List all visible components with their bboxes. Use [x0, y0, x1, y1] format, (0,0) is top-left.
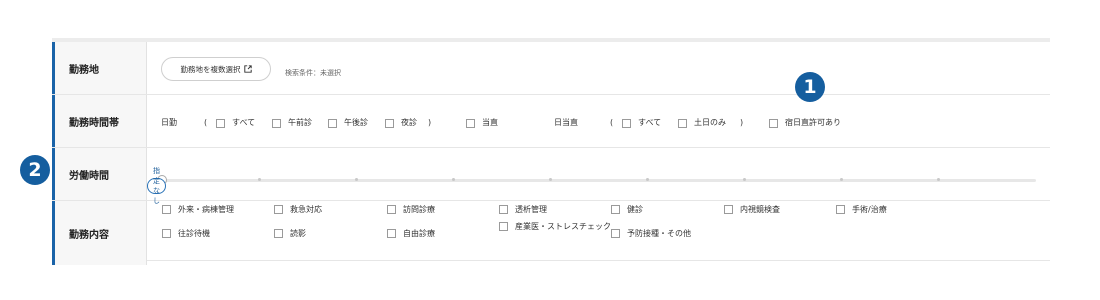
open-paren: (	[610, 118, 614, 127]
location-row: 勤務地 勤務地を複数選択 検索条件：未選択	[52, 42, 1050, 95]
checkbox-label: 土日のみ	[694, 118, 726, 127]
checkbox-label: 午後診	[344, 118, 368, 127]
checkbox-afternoon[interactable]: 午後診	[328, 118, 368, 128]
checkbox-day-all[interactable]: すべて	[216, 118, 255, 128]
slider-track[interactable]	[161, 179, 1036, 182]
location-label: 勤務地	[52, 42, 147, 94]
checkbox-box[interactable]	[836, 205, 845, 214]
slider-tick	[258, 178, 261, 181]
checkbox-day-on-duty-all[interactable]: すべて	[622, 118, 661, 128]
checkbox-outpatient[interactable]: 外来・病棟管理	[162, 204, 234, 215]
checkbox-box[interactable]	[162, 229, 171, 238]
checkbox-box[interactable]	[622, 118, 631, 128]
work-hours-slider[interactable]: 指定なし	[147, 148, 1050, 205]
slider-tick	[840, 178, 843, 181]
checkbox-box[interactable]	[611, 205, 620, 214]
checkbox-box[interactable]	[499, 222, 508, 231]
slider-tick	[743, 178, 746, 181]
checkbox-label: 健診	[627, 205, 643, 214]
work-hours-label: 労働時間	[52, 148, 147, 200]
multi-location-select-label: 勤務地を複数選択	[180, 64, 241, 74]
checkbox-label: 救急対応	[290, 205, 322, 214]
checkbox-label: 夜診	[401, 118, 417, 127]
checkbox-box[interactable]	[385, 118, 394, 128]
duties-row: 勤務内容 外来・病棟管理 救急対応 訪問診療 透析管理 健診 内視鏡検査 手術/…	[52, 201, 1050, 265]
checkbox-oncall-visit[interactable]: 往診待機	[162, 228, 210, 239]
close-paren: )	[428, 118, 432, 127]
checkbox-box[interactable]	[387, 205, 396, 214]
time-slot-label: 勤務時間帯	[52, 95, 147, 147]
checkbox-label: 手術/治療	[852, 205, 887, 214]
search-filter-panel: 勤務地 勤務地を複数選択 検索条件：未選択 勤務時間帯 日勤 ( すべて 午前診…	[52, 38, 1050, 265]
checkbox-occupational[interactable]: 産業医・ストレスチェック	[499, 221, 611, 232]
checkbox-label: すべて	[232, 118, 256, 127]
checkbox-label: 往診待機	[178, 229, 210, 238]
checkbox-box[interactable]	[678, 118, 687, 128]
search-condition-text: 検索条件：未選択	[285, 69, 341, 77]
external-link-icon	[243, 65, 252, 73]
open-paren: (	[204, 118, 208, 127]
slider-tick	[549, 178, 552, 181]
checkbox-box[interactable]	[216, 118, 225, 128]
checkbox-box[interactable]	[387, 229, 396, 238]
checkbox-box[interactable]	[272, 118, 281, 128]
checkbox-label: 訪問診療	[403, 205, 435, 214]
checkbox-box[interactable]	[499, 205, 508, 214]
checkbox-box[interactable]	[466, 118, 475, 128]
checkbox-label: 読影	[290, 229, 306, 238]
multi-location-select-button[interactable]: 勤務地を複数選択	[161, 57, 271, 81]
slider-tick	[646, 178, 649, 181]
checkbox-evening[interactable]: 夜診	[385, 118, 417, 128]
checkbox-checkup[interactable]: 健診	[611, 204, 643, 215]
checkbox-surgery[interactable]: 手術/治療	[836, 204, 887, 215]
checkbox-box[interactable]	[769, 118, 778, 128]
checkbox-radiology[interactable]: 読影	[274, 228, 306, 239]
duties-label: 勤務内容	[52, 201, 147, 265]
callout-badge-2: 2	[20, 155, 50, 185]
close-paren: )	[740, 118, 744, 127]
slider-handle[interactable]: 指定なし	[147, 167, 167, 205]
time-slot-row: 勤務時間帯 日勤 ( すべて 午前診 午後診 夜診 ) 当直 日当直 ( すべて…	[52, 95, 1050, 148]
work-hours-row: 労働時間 指定なし	[52, 148, 1050, 205]
checkbox-morning[interactable]: 午前診	[272, 118, 312, 128]
checkbox-label: 当直	[482, 118, 498, 127]
checkbox-endoscopy[interactable]: 内視鏡検査	[724, 204, 780, 215]
checkbox-label: すべて	[638, 118, 662, 127]
slider-tick	[355, 178, 358, 181]
slider-value-bubble: 指定なし	[147, 167, 166, 205]
checkbox-label: 透析管理	[515, 205, 547, 214]
checkbox-box[interactable]	[611, 229, 620, 238]
checkbox-box[interactable]	[162, 205, 171, 214]
checkbox-label: 午前診	[288, 118, 312, 127]
checkbox-label: 外来・病棟管理	[178, 205, 234, 214]
time-slot-options: 日勤 ( すべて 午前診 午後診 夜診 ) 当直 日当直 ( すべて 土日のみ …	[147, 118, 1050, 128]
checkbox-box[interactable]	[274, 229, 283, 238]
checkbox-vaccination[interactable]: 予防接種・その他	[611, 228, 691, 239]
checkbox-label: 宿日直許可あり	[785, 118, 841, 127]
checkbox-emergency[interactable]: 救急対応	[274, 204, 322, 215]
checkbox-label: 自由診療	[403, 229, 435, 238]
checkbox-box[interactable]	[274, 205, 283, 214]
checkbox-label: 内視鏡検査	[740, 205, 780, 214]
checkbox-self-pay[interactable]: 自由診療	[387, 228, 435, 239]
day-shift-label: 日勤	[161, 118, 177, 127]
checkbox-home-visit[interactable]: 訪問診療	[387, 204, 435, 215]
checkbox-box[interactable]	[724, 205, 733, 214]
callout-badge-1: 1	[795, 72, 825, 102]
checkbox-overnight-permit[interactable]: 宿日直許可あり	[769, 118, 841, 128]
checkbox-weekends-only[interactable]: 土日のみ	[678, 118, 726, 128]
slider-tick	[452, 178, 455, 181]
checkbox-dialysis[interactable]: 透析管理	[499, 204, 547, 215]
slider-tick	[937, 178, 940, 181]
checkbox-box[interactable]	[328, 118, 337, 128]
checkbox-label: 予防接種・その他	[627, 229, 691, 238]
checkbox-on-duty[interactable]: 当直	[466, 118, 498, 128]
duties-options: 外来・病棟管理 救急対応 訪問診療 透析管理 健診 内視鏡検査 手術/治療 往診…	[147, 201, 1050, 265]
checkbox-label: 産業医・ストレスチェック	[515, 222, 611, 231]
day-on-duty-label: 日当直	[554, 118, 578, 127]
